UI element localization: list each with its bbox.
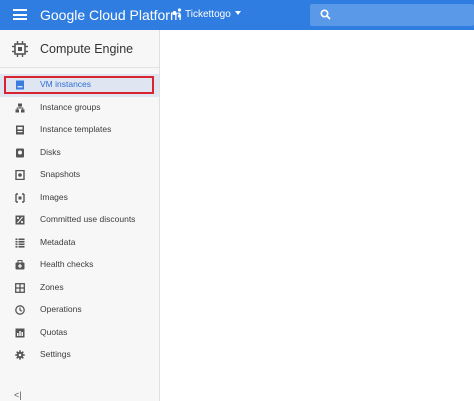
sidebar-item-snapshots[interactable]: Snapshots — [0, 164, 159, 187]
sidebar-item-settings[interactable]: Settings — [0, 344, 159, 367]
hamburger-menu-icon[interactable] — [13, 9, 27, 20]
sidebar-item-health-checks[interactable]: Health checks — [0, 254, 159, 277]
sidebar-item-label: Zones — [40, 281, 64, 292]
chip-icon — [12, 41, 28, 57]
instance-groups-icon — [15, 103, 25, 112]
selection-highlight-box — [4, 76, 154, 94]
project-nodes-icon — [172, 8, 182, 18]
sidebar-item-label: Snapshots — [40, 169, 81, 179]
main-content — [161, 30, 474, 401]
sidebar-item-label: Settings — [40, 349, 71, 359]
sidebar-item-images[interactable]: Images — [0, 187, 159, 210]
quotas-icon — [15, 328, 25, 337]
sidebar-item-instance-templates[interactable]: Instance templates — [0, 119, 159, 142]
images-icon — [15, 192, 25, 203]
instance-templates-icon — [16, 125, 24, 135]
sidebar-item-committed-use-discounts[interactable]: Committed use discounts — [0, 209, 159, 232]
sidebar-item-label: Instance templates — [40, 124, 112, 134]
sidebar-item-label: Images — [40, 191, 68, 202]
sidebar-item-label: Quotas — [40, 326, 68, 337]
sidebar-item-label: Committed use discounts — [40, 214, 136, 224]
sidebar-item-disks[interactable]: Disks — [0, 142, 159, 165]
section-header: Compute Engine — [0, 30, 159, 68]
sidebar-nav: VM instances Instance groups Instance te… — [0, 74, 159, 367]
sidebar-item-label: Operations — [40, 304, 82, 314]
project-name: Tickettogo — [185, 9, 231, 20]
collapse-sidebar-button[interactable]: <| — [14, 390, 22, 400]
app-title[interactable]: Google Cloud Platform — [40, 6, 182, 24]
disk-icon — [16, 148, 24, 157]
metadata-icon — [15, 238, 25, 248]
gear-icon — [15, 350, 25, 360]
sidebar-item-operations[interactable]: Operations — [0, 299, 159, 322]
percent-icon — [15, 215, 25, 225]
snapshot-icon — [15, 170, 25, 180]
sidebar-item-instance-groups[interactable]: Instance groups — [0, 97, 159, 120]
section-title: Compute Engine — [40, 42, 134, 56]
caret-down-icon — [234, 11, 241, 15]
sidebar-item-label: Disks — [40, 146, 61, 157]
top-app-bar: Google Cloud Platform Tickettogo — [0, 0, 474, 30]
sidebar-item-metadata[interactable]: Metadata — [0, 232, 159, 255]
search-input[interactable] — [310, 4, 474, 26]
sidebar-item-zones[interactable]: Zones — [0, 277, 159, 300]
zones-icon — [15, 282, 25, 293]
health-check-icon — [15, 260, 25, 270]
sidebar-item-quotas[interactable]: Quotas — [0, 322, 159, 345]
sidebar-item-label: Instance groups — [40, 101, 101, 112]
project-selector[interactable]: Tickettogo — [172, 8, 241, 21]
sidebar-item-label: Health checks — [40, 259, 94, 269]
search-icon — [320, 9, 331, 20]
clock-icon — [15, 305, 25, 315]
sidebar: Compute Engine VM instances Instance gro… — [0, 30, 160, 401]
sidebar-item-label: Metadata — [40, 236, 76, 247]
sidebar-item-vm-instances[interactable]: VM instances — [0, 74, 159, 97]
